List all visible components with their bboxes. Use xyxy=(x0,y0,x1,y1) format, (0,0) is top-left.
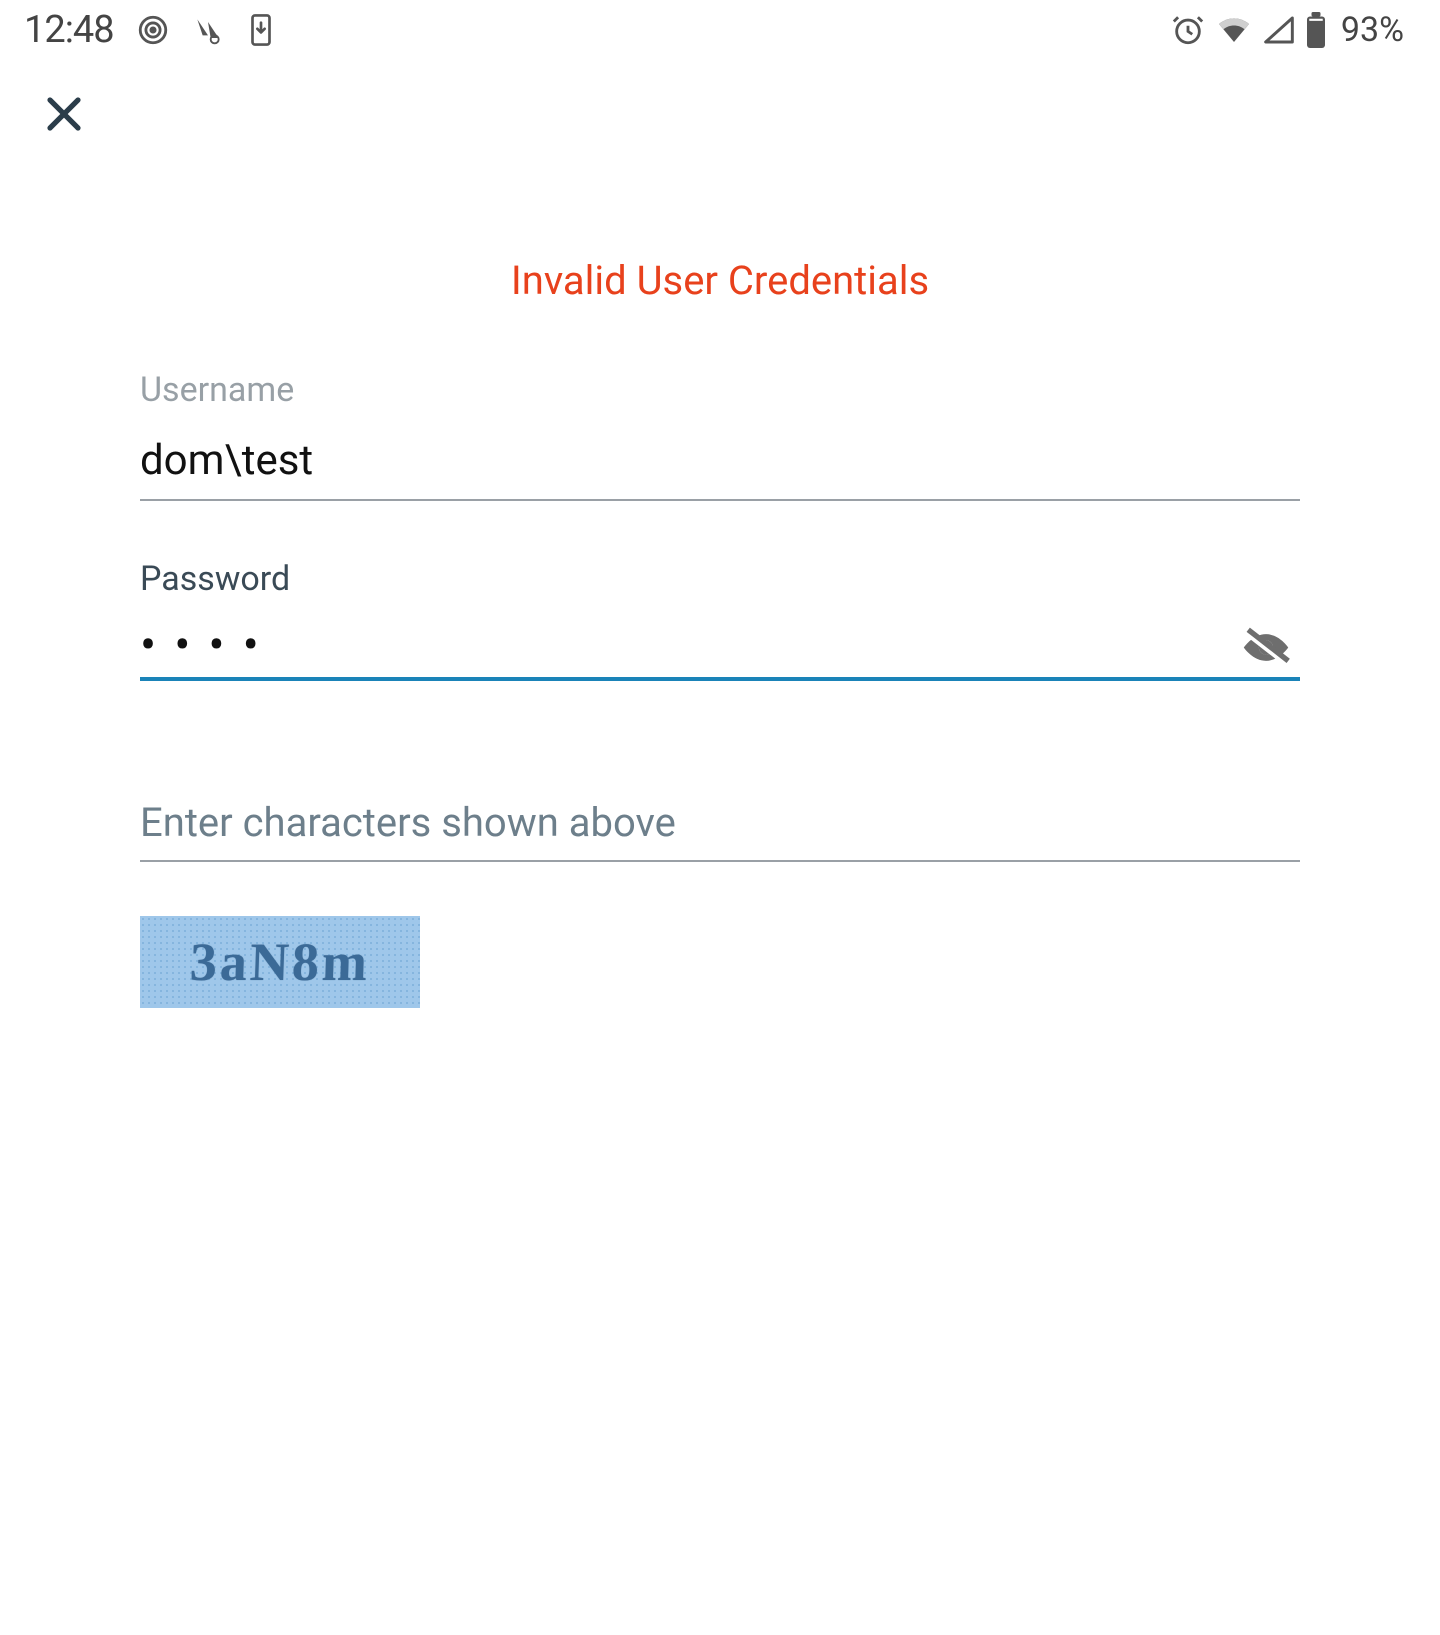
battery-icon xyxy=(1305,12,1327,48)
cast-icon xyxy=(136,13,170,47)
status-bar-left: 12:48 xyxy=(24,8,276,52)
password-masked-value: •••• xyxy=(140,621,277,669)
carrier-icon xyxy=(192,14,224,46)
wifi-icon xyxy=(1215,15,1253,45)
download-icon xyxy=(246,13,276,47)
username-label: Username xyxy=(140,370,1300,410)
password-input[interactable]: •••• xyxy=(140,617,1300,681)
battery-percentage: 93% xyxy=(1341,10,1404,50)
username-input[interactable] xyxy=(140,428,1300,501)
password-label: Password xyxy=(140,559,1300,599)
password-field-group: Password •••• xyxy=(140,559,1300,681)
captcha-text: 3aN8m xyxy=(189,931,371,993)
error-message: Invalid User Credentials xyxy=(140,257,1300,304)
captcha-image: 3aN8m xyxy=(140,916,420,1008)
status-bar: 12:48 xyxy=(0,0,1440,60)
close-button[interactable] xyxy=(40,90,88,141)
alarm-icon xyxy=(1171,13,1205,47)
login-form: Invalid User Credentials Username Passwo… xyxy=(0,257,1440,1008)
status-time: 12:48 xyxy=(24,8,114,52)
toggle-password-visibility-button[interactable] xyxy=(1232,622,1300,677)
close-icon xyxy=(40,126,88,141)
username-field-group: Username xyxy=(140,370,1300,501)
eye-off-icon xyxy=(1238,656,1294,671)
app-bar xyxy=(0,60,1440,142)
signal-icon xyxy=(1263,15,1295,45)
status-bar-right: 93% xyxy=(1171,10,1404,50)
captcha-input[interactable] xyxy=(140,791,1300,862)
captcha-field-group xyxy=(140,791,1300,862)
